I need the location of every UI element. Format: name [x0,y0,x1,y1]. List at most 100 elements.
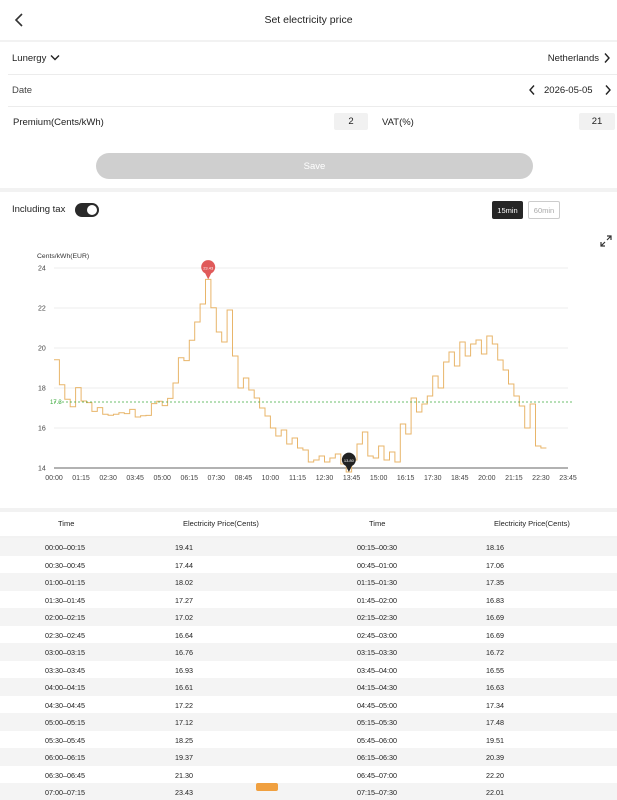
x-tick-label: 23:45 [559,475,577,482]
time-cell: 02:15–02:30 [357,613,397,622]
price-cell: 16.93 [175,665,193,675]
table-row: 02:00–02:15 17.02 02:15–02:30 16.69 [0,608,617,626]
price-chart: Cents/kWh(EUR) 14 16 18 20 22 24 00:00 01:15 02… [37,253,577,482]
x-tick-label: 22:30 [532,475,550,482]
table-row: 01:00–01:15 18.02 01:15–01:30 17.35 [0,573,617,591]
vat-label: VAT(%) [382,116,414,128]
price-cell: 16.83 [486,595,504,605]
time-cell: 07:15–07:30 [357,788,397,797]
max-marker-label: 23.43 [203,265,214,270]
time-cell: 05:30–05:45 [45,735,85,745]
vat-input[interactable]: 21 [579,113,615,130]
time-cell: 05:15–05:30 [357,718,397,727]
provider-selector[interactable]: Lunergy [12,53,60,64]
time-cell: 04:00–04:15 [45,683,85,692]
toggle-knob [87,205,97,215]
provider-name: Lunergy [12,52,47,64]
table-row: 00:00–00:15 19.41 00:15–00:30 18.16 [0,538,617,556]
time-cell: 04:45–05:00 [357,700,397,710]
time-cell: 07:00–07:15 [45,788,85,797]
page-title: Set electricity price [264,14,353,26]
price-header: Electricity Price(Cents) [494,519,570,528]
x-tick-label: 18:45 [451,475,469,482]
time-cell: 01:45–02:00 [357,595,397,605]
time-cell: 02:00–02:15 [45,613,85,622]
x-tick-label: 06:15 [180,475,198,482]
x-tick-label: 08:45 [235,475,253,482]
table-row: 05:30–05:45 18.25 05:45–06:00 19.51 [0,730,617,748]
price-cell: 17.48 [486,718,504,727]
y-tick-label: 14 [38,466,46,473]
price-cell: 16.72 [486,648,504,657]
provider-row: Lunergy Netherlands [0,42,617,74]
y-tick-label: 18 [38,386,46,393]
time-cell: 05:45–06:00 [357,735,397,745]
table-row: 03:30–03:45 16.93 03:45–04:00 16.55 [0,660,617,678]
price-cell: 17.34 [486,700,504,710]
x-tick-label: 20:00 [478,475,496,482]
price-cell: 18.02 [175,578,193,587]
table-row: 00:30–00:45 17.44 00:45–01:00 17.06 [0,555,617,573]
time-cell: 06:00–06:15 [45,753,85,762]
price-cell: 22.20 [486,770,504,780]
time-cell: 02:30–02:45 [45,630,85,640]
price-cell: 23.43 [175,788,193,797]
time-header: Time [58,519,75,528]
price-cell: 17.06 [486,560,504,570]
time-cell: 00:00–00:15 [45,543,85,552]
table-row: 02:30–02:45 16.64 02:45–03:00 16.69 [0,625,617,643]
premium-label: Premium(Cents/kWh) [13,116,104,128]
time-cell: 04:15–04:30 [357,683,397,692]
top-bar: Set electricity price [0,0,617,40]
interval-60min[interactable]: 60min [528,201,560,219]
table-row: 04:30–04:45 17.22 04:45–05:00 17.34 [0,695,617,713]
time-cell: 05:00–05:15 [45,718,85,727]
premium-input[interactable]: 2 [334,113,368,130]
price-header: Electricity Price(Cents) [183,519,259,528]
including-tax-label: Including tax [12,204,66,215]
price-cell: 19.41 [175,543,193,552]
x-tick-label: 10:00 [262,475,280,482]
price-cell: 17.44 [175,560,193,570]
x-tick-label: 12:30 [316,475,334,482]
price-cell: 17.22 [175,700,193,710]
x-tick-label: 05:00 [153,475,171,482]
table-row: 01:30–01:45 17.27 01:45–02:00 16.83 [0,590,617,608]
x-tick-label: 11:15 [289,475,306,482]
price-cell: 17.02 [175,613,193,622]
x-tick-label: 15:00 [370,475,388,482]
time-cell: 06:45–07:00 [357,770,397,780]
chevron-down-icon [50,55,60,61]
price-cell: 16.55 [486,665,504,675]
country-selector[interactable]: Netherlands [548,52,611,64]
x-tick-label: 21:15 [505,475,523,482]
price-cell: 20.39 [486,753,504,762]
price-cell: 18.16 [486,543,504,552]
price-table-header: Time Electricity Price(Cents) Time Elect… [0,512,617,536]
min-marker-label: 13.80 [344,458,355,463]
x-tick-label: 00:00 [45,475,63,482]
time-cell: 01:15–01:30 [357,578,397,587]
price-cell: 16.61 [175,683,193,692]
time-cell: 03:30–03:45 [45,665,85,675]
time-cell: 03:00–03:15 [45,648,85,657]
save-button[interactable]: Save [96,153,533,179]
next-date-icon[interactable] [604,84,612,96]
price-cell: 16.69 [486,630,504,640]
price-cell: 17.27 [175,595,193,605]
price-cell: 21.30 [175,770,193,780]
price-cell: 16.64 [175,630,193,640]
time-cell: 03:45–04:00 [357,665,397,675]
price-cell: 22.01 [486,788,504,797]
including-tax-toggle[interactable] [75,203,99,217]
country-name: Netherlands [547,52,599,64]
x-tick-label: 07:30 [208,475,226,482]
price-cell: 17.35 [486,578,504,587]
prev-date-icon[interactable] [528,84,536,96]
time-cell: 00:15–00:30 [357,543,397,552]
time-cell: 03:15–03:30 [357,648,397,657]
y-axis-label: Cents/kWh(EUR) [37,253,89,260]
time-cell: 01:30–01:45 [45,595,85,605]
x-tick-label: 02:30 [99,475,117,482]
interval-15min[interactable]: 15min [492,201,523,219]
